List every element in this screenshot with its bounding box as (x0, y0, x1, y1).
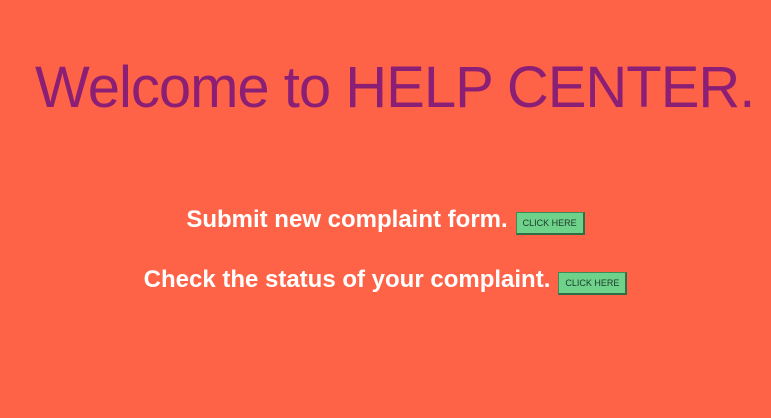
check-status-button[interactable]: CLICK HERE (558, 271, 628, 295)
help-center-page: Welcome to HELP CENTER. Submit new compl… (0, 0, 771, 418)
submit-complaint-button[interactable]: CLICK HERE (515, 211, 585, 235)
check-status-row: Check the status of your complaint. CLIC… (0, 265, 771, 295)
check-status-text: Check the status of your complaint. (143, 266, 551, 293)
page-title: Welcome to HELP CENTER. (35, 55, 755, 120)
submit-complaint-text: Submit new complaint form. (186, 206, 508, 233)
submit-complaint-row: Submit new complaint form. CLICK HERE (0, 205, 771, 235)
